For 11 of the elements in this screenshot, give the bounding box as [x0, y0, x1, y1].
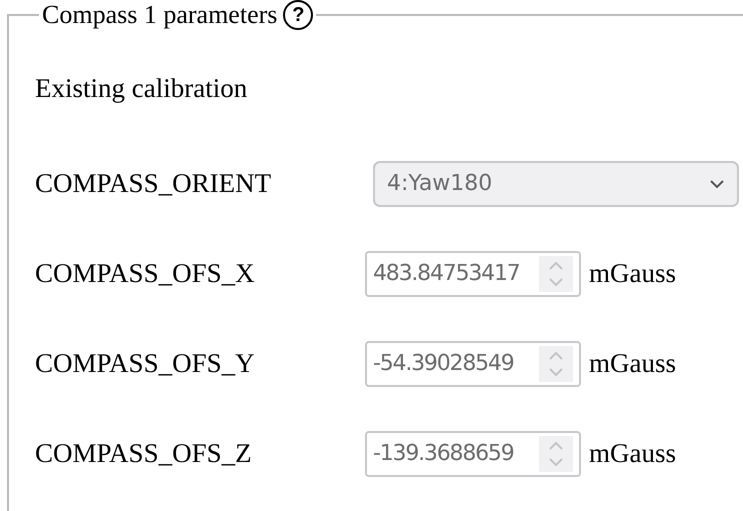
help-button[interactable]: ? [283, 0, 314, 30]
unit-label: mGauss [589, 257, 676, 290]
section-label: Existing calibration [35, 72, 248, 105]
panel-title: Compass 1 parameters [42, 2, 278, 28]
param-label: COMPASS_ORIENT [35, 167, 272, 200]
chevron-down-icon [709, 178, 725, 188]
unit-label: mGauss [589, 437, 676, 470]
param-label: COMPASS_OFS_Z [35, 437, 253, 470]
param-label: COMPASS_OFS_Y [35, 347, 256, 380]
unit-label: mGauss [589, 347, 676, 380]
param-label: COMPASS_OFS_X [35, 257, 256, 290]
